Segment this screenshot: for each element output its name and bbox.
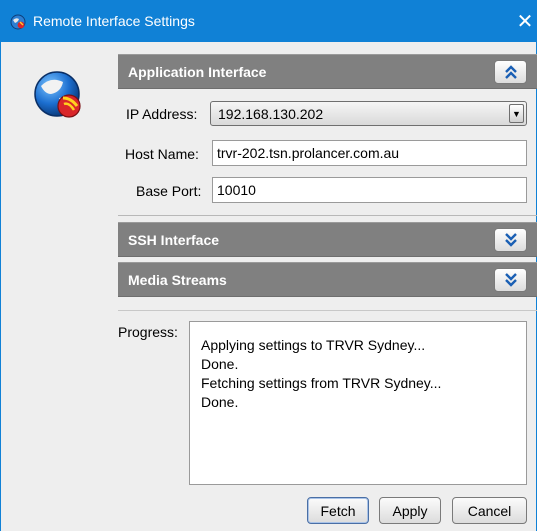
- section-header-media-streams[interactable]: Media Streams: [118, 262, 537, 297]
- expand-section-button[interactable]: [494, 268, 527, 292]
- expand-chevrons-icon: [504, 233, 517, 247]
- divider: [118, 310, 537, 311]
- ip-address-value: 192.168.130.202: [218, 106, 324, 122]
- collapse-section-button[interactable]: [494, 60, 527, 84]
- base-port-input[interactable]: [212, 177, 527, 203]
- ip-address-label: IP Address:: [126, 106, 198, 122]
- progress-label: Progress:: [118, 324, 178, 340]
- section-title: SSH Interface: [128, 232, 220, 248]
- chevron-down-icon[interactable]: ▼: [509, 104, 524, 123]
- log-line: Applying settings to TRVR Sydney...: [201, 337, 426, 353]
- section-header-ssh-interface[interactable]: SSH Interface: [118, 222, 537, 257]
- section-title: Media Streams: [128, 272, 227, 288]
- globe-network-icon: [10, 14, 26, 30]
- apply-button[interactable]: Apply: [379, 497, 441, 524]
- progress-log[interactable]: Applying settings to TRVR Sydney... Done…: [189, 321, 527, 485]
- log-line: Fetching settings from TRVR Sydney...: [201, 375, 442, 391]
- section-header-application-interface[interactable]: Application Interface: [118, 54, 537, 89]
- log-line: Done.: [201, 394, 239, 410]
- ip-address-select[interactable]: 192.168.130.202 ▼: [210, 101, 527, 126]
- cancel-button[interactable]: Cancel: [452, 497, 527, 524]
- host-name-label: Host Name:: [125, 146, 199, 162]
- collapse-chevrons-icon: [504, 65, 517, 79]
- fetch-button[interactable]: Fetch: [307, 497, 369, 524]
- expand-chevrons-icon: [504, 273, 517, 287]
- host-name-input[interactable]: [212, 140, 527, 166]
- window-title: Remote Interface Settings: [33, 13, 195, 29]
- close-icon[interactable]: ✕: [513, 0, 537, 42]
- remote-globe-icon: [34, 71, 81, 118]
- log-line: Done.: [201, 356, 239, 372]
- expand-section-button[interactable]: [494, 228, 527, 252]
- base-port-label: Base Port:: [136, 183, 202, 199]
- section-title: Application Interface: [128, 64, 267, 80]
- title-bar: Remote Interface Settings ✕: [0, 0, 537, 42]
